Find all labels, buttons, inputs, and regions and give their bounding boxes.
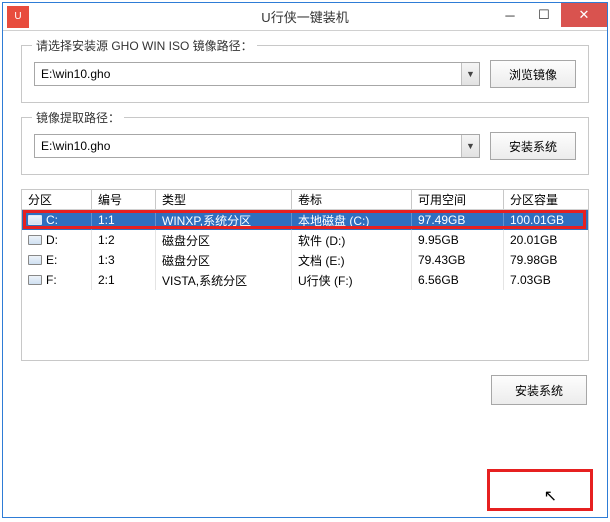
source-path-combo[interactable]: E:\win10.gho ▼ bbox=[34, 62, 480, 86]
table-row[interactable]: C: 1:1 WINXP,系统分区 本地磁盘 (C:) 97.49GB 100.… bbox=[22, 210, 588, 230]
close-button[interactable]: ✕ bbox=[561, 3, 607, 27]
table-body: C: 1:1 WINXP,系统分区 本地磁盘 (C:) 97.49GB 100.… bbox=[22, 210, 588, 290]
drive-icon bbox=[28, 275, 42, 285]
col-number[interactable]: 编号 bbox=[92, 190, 156, 209]
install-system-button-top[interactable]: 安装系统 bbox=[490, 132, 576, 160]
dropdown-arrow-icon[interactable]: ▼ bbox=[461, 135, 479, 157]
col-label[interactable]: 卷标 bbox=[292, 190, 412, 209]
app-window: U U行侠一键装机 ─ ☐ ✕ 请选择安装源 GHO WIN ISO 镜像路径：… bbox=[2, 2, 608, 518]
table-row[interactable]: D: 1:2 磁盘分区 软件 (D:) 9.95GB 20.01GB bbox=[22, 230, 588, 250]
extract-group: 镜像提取路径： E:\win10.gho ▼ 安装系统 bbox=[21, 117, 589, 175]
browse-image-button[interactable]: 浏览镜像 bbox=[490, 60, 576, 88]
source-group: 请选择安装源 GHO WIN ISO 镜像路径： E:\win10.gho ▼ … bbox=[21, 45, 589, 103]
source-path-value: E:\win10.gho bbox=[41, 67, 110, 81]
window-title: U行侠一键装机 bbox=[261, 7, 348, 26]
drive-icon bbox=[28, 235, 42, 245]
table-header: 分区 编号 类型 卷标 可用空间 分区容量 bbox=[22, 190, 588, 210]
source-group-label: 请选择安装源 GHO WIN ISO 镜像路径： bbox=[32, 37, 257, 54]
dropdown-arrow-icon[interactable]: ▼ bbox=[461, 63, 479, 85]
highlight-install-button bbox=[487, 469, 593, 511]
col-free[interactable]: 可用空间 bbox=[412, 190, 504, 209]
drive-icon bbox=[28, 215, 42, 225]
minimize-button[interactable]: ─ bbox=[493, 3, 527, 27]
titlebar: U U行侠一键装机 ─ ☐ ✕ bbox=[3, 3, 607, 31]
maximize-button[interactable]: ☐ bbox=[527, 3, 561, 27]
extract-path-value: E:\win10.gho bbox=[41, 139, 110, 153]
cursor-icon: ↖ bbox=[544, 486, 557, 506]
table-row[interactable]: E: 1:3 磁盘分区 文档 (E:) 79.43GB 79.98GB bbox=[22, 250, 588, 270]
partition-table: 分区 编号 类型 卷标 可用空间 分区容量 C: 1:1 WINXP,系统分区 … bbox=[21, 189, 589, 361]
window-controls: ─ ☐ ✕ bbox=[493, 3, 607, 27]
install-system-button[interactable]: 安装系统 bbox=[491, 375, 587, 405]
footer: 安装系统 bbox=[21, 375, 589, 405]
content-area: 请选择安装源 GHO WIN ISO 镜像路径： E:\win10.gho ▼ … bbox=[3, 31, 607, 415]
col-partition[interactable]: 分区 bbox=[22, 190, 92, 209]
extract-path-combo[interactable]: E:\win10.gho ▼ bbox=[34, 134, 480, 158]
col-total[interactable]: 分区容量 bbox=[504, 190, 588, 209]
extract-group-label: 镜像提取路径： bbox=[32, 109, 124, 126]
col-type[interactable]: 类型 bbox=[156, 190, 292, 209]
app-icon: U bbox=[7, 6, 29, 28]
table-row[interactable]: F: 2:1 VISTA,系统分区 U行侠 (F:) 6.56GB 7.03GB bbox=[22, 270, 588, 290]
drive-icon bbox=[28, 255, 42, 265]
